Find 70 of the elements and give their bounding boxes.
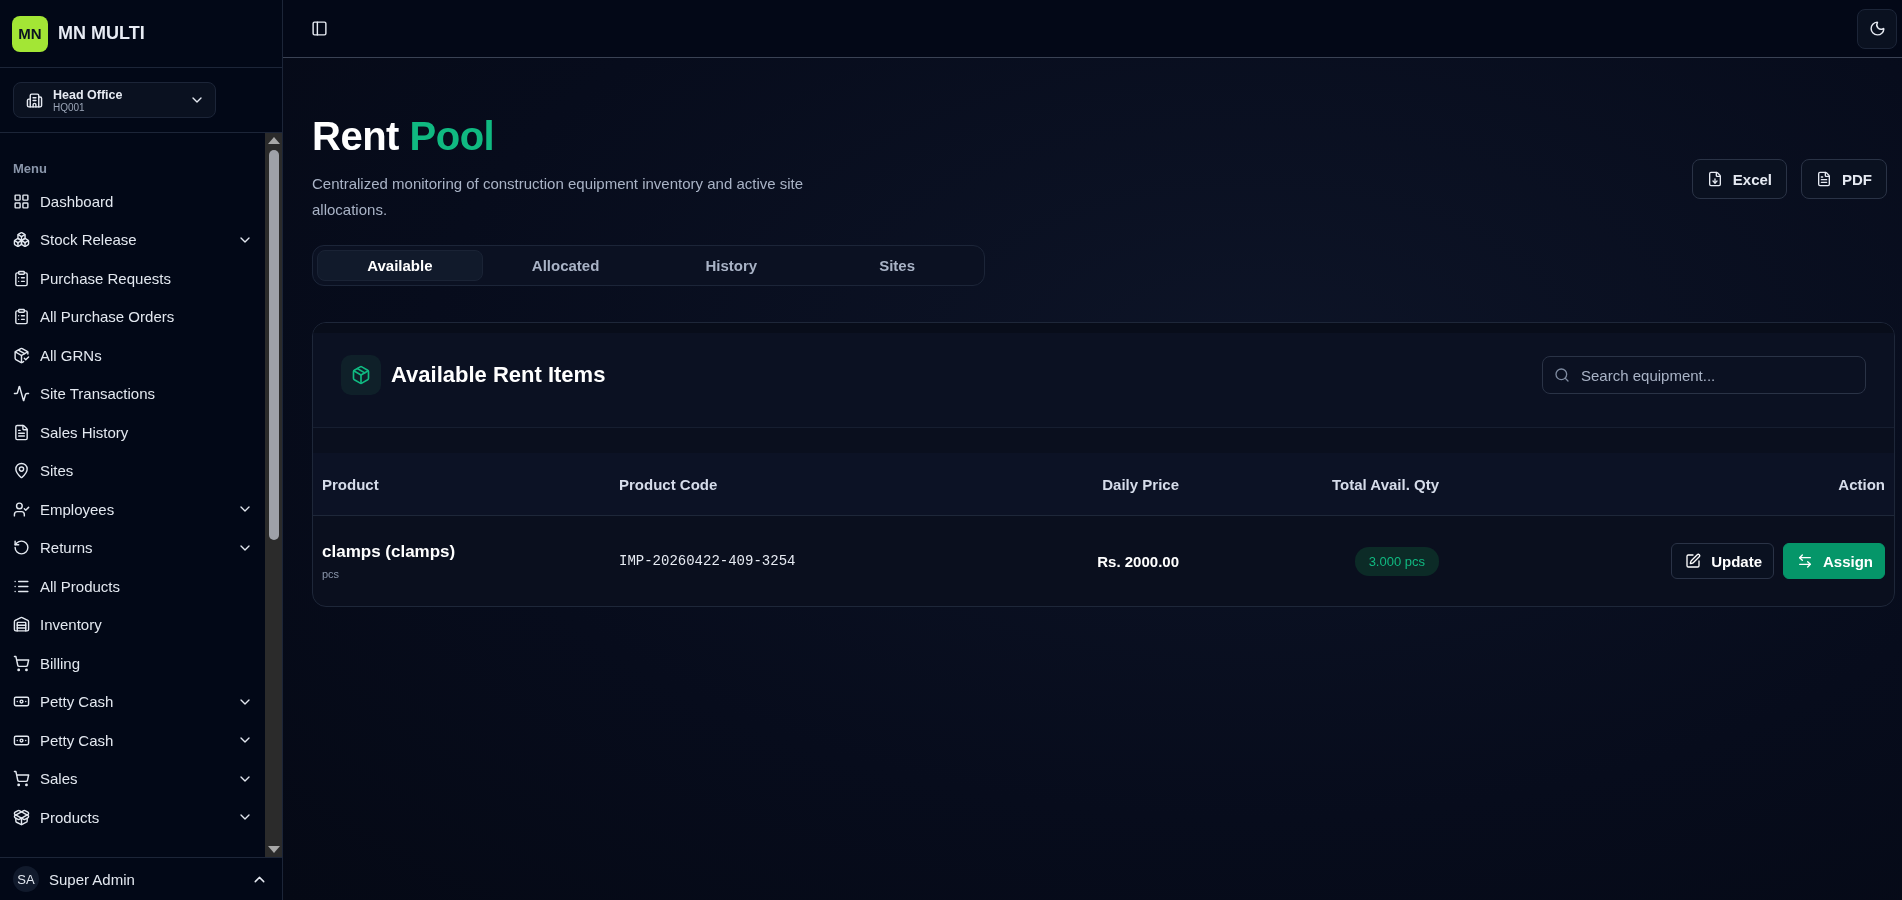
- sidebar-item[interactable]: All GRNs: [13, 336, 253, 375]
- package-icon: [13, 808, 30, 826]
- scrollbar[interactable]: [265, 133, 282, 857]
- column-header: Daily Price: [1101, 475, 1179, 493]
- menu-label: Menu: [13, 161, 48, 176]
- sidebar-item[interactable]: Petty Cash: [13, 721, 253, 760]
- user-name[interactable]: Super Admin: [49, 870, 241, 888]
- user-check-icon: [13, 500, 30, 518]
- user-avatar: SA: [13, 866, 39, 892]
- sidebar-item[interactable]: Petty Cash: [13, 682, 253, 721]
- export-button[interactable]: Excel: [1691, 159, 1787, 199]
- page-subtitle: Centralized monitoring of construction equipment inventory and active site allocations.: [312, 174, 805, 220]
- boxes-icon: [13, 231, 30, 249]
- column-header: Action: [1837, 475, 1885, 493]
- sidebar-item[interactable]: Billing: [13, 644, 253, 683]
- sidebar-item[interactable]: Site Transactions: [13, 374, 253, 413]
- warehouse-icon: [13, 616, 30, 634]
- grid-icon: [13, 192, 30, 210]
- product-unit: pcs: [322, 568, 341, 580]
- column-header: Product Code: [619, 475, 719, 493]
- search-icon: [1554, 367, 1570, 383]
- file-download-icon: [1706, 171, 1723, 187]
- clipboard-icon: [13, 269, 30, 287]
- tab[interactable]: Allocated: [482, 250, 649, 281]
- sidebar-item[interactable]: All Purchase Orders: [13, 297, 253, 336]
- clipboard-icon: [13, 308, 30, 326]
- search-field[interactable]: Search equipment...: [1542, 356, 1866, 394]
- sidebar-item[interactable]: Sites: [13, 451, 253, 490]
- tab[interactable]: Sites: [814, 250, 980, 281]
- card-title: Available Rent Items: [391, 362, 606, 388]
- document-icon: [1816, 171, 1832, 187]
- cart-icon: [13, 654, 30, 672]
- sidebar-item[interactable]: All Products: [13, 567, 253, 606]
- map-pin-icon: [13, 462, 30, 480]
- branch-selector[interactable]: Head Office HQ001: [13, 82, 216, 118]
- column-header: Total Avail. Qty: [1331, 475, 1439, 493]
- sidebar-item[interactable]: Purchase Requests: [13, 259, 253, 298]
- update-button[interactable]: Update: [1671, 543, 1774, 579]
- sidebar-item[interactable]: Stock Release: [13, 220, 253, 259]
- sidebar-item[interactable]: Products: [13, 798, 253, 837]
- panel-icon: [310, 20, 328, 37]
- sidebar-item[interactable]: Dashboard: [13, 182, 253, 221]
- brand-name: MN MULTI: [58, 23, 145, 44]
- tab[interactable]: History: [648, 250, 815, 281]
- activity-icon: [13, 385, 30, 403]
- swap-arrows-icon: [1797, 553, 1813, 569]
- moon-icon: [1868, 20, 1886, 37]
- sidebar-item[interactable]: Sales History: [13, 413, 253, 452]
- building-icon: [26, 91, 43, 109]
- brand-logo: MN: [12, 15, 48, 52]
- rotate-icon: [13, 539, 30, 557]
- daily-price: Rs. 2000.00: [1096, 552, 1179, 570]
- sidebar-item[interactable]: Employees: [13, 490, 253, 529]
- package-check-icon: [13, 346, 30, 364]
- edit-icon: [1685, 553, 1702, 569]
- quantity-badge: 3.000 pcs: [1354, 546, 1439, 576]
- export-button[interactable]: PDF: [1801, 159, 1887, 199]
- sidebar-item[interactable]: Inventory: [13, 605, 253, 644]
- product-code: IMP-20260422-409-3254: [619, 553, 797, 569]
- dark-mode-button[interactable]: [1857, 8, 1897, 49]
- product-name: clamps (clamps): [322, 542, 457, 562]
- column-header: Product: [322, 475, 380, 493]
- sidebar-item[interactable]: Sales: [13, 759, 253, 798]
- tab[interactable]: Available: [317, 250, 483, 281]
- cart-icon: [13, 770, 30, 788]
- assign-button[interactable]: Assign: [1783, 543, 1885, 579]
- package-icon: [341, 355, 381, 395]
- document-icon: [13, 423, 30, 441]
- page-title: Rent Pool: [312, 114, 496, 159]
- sidebar-item[interactable]: Returns: [13, 528, 253, 567]
